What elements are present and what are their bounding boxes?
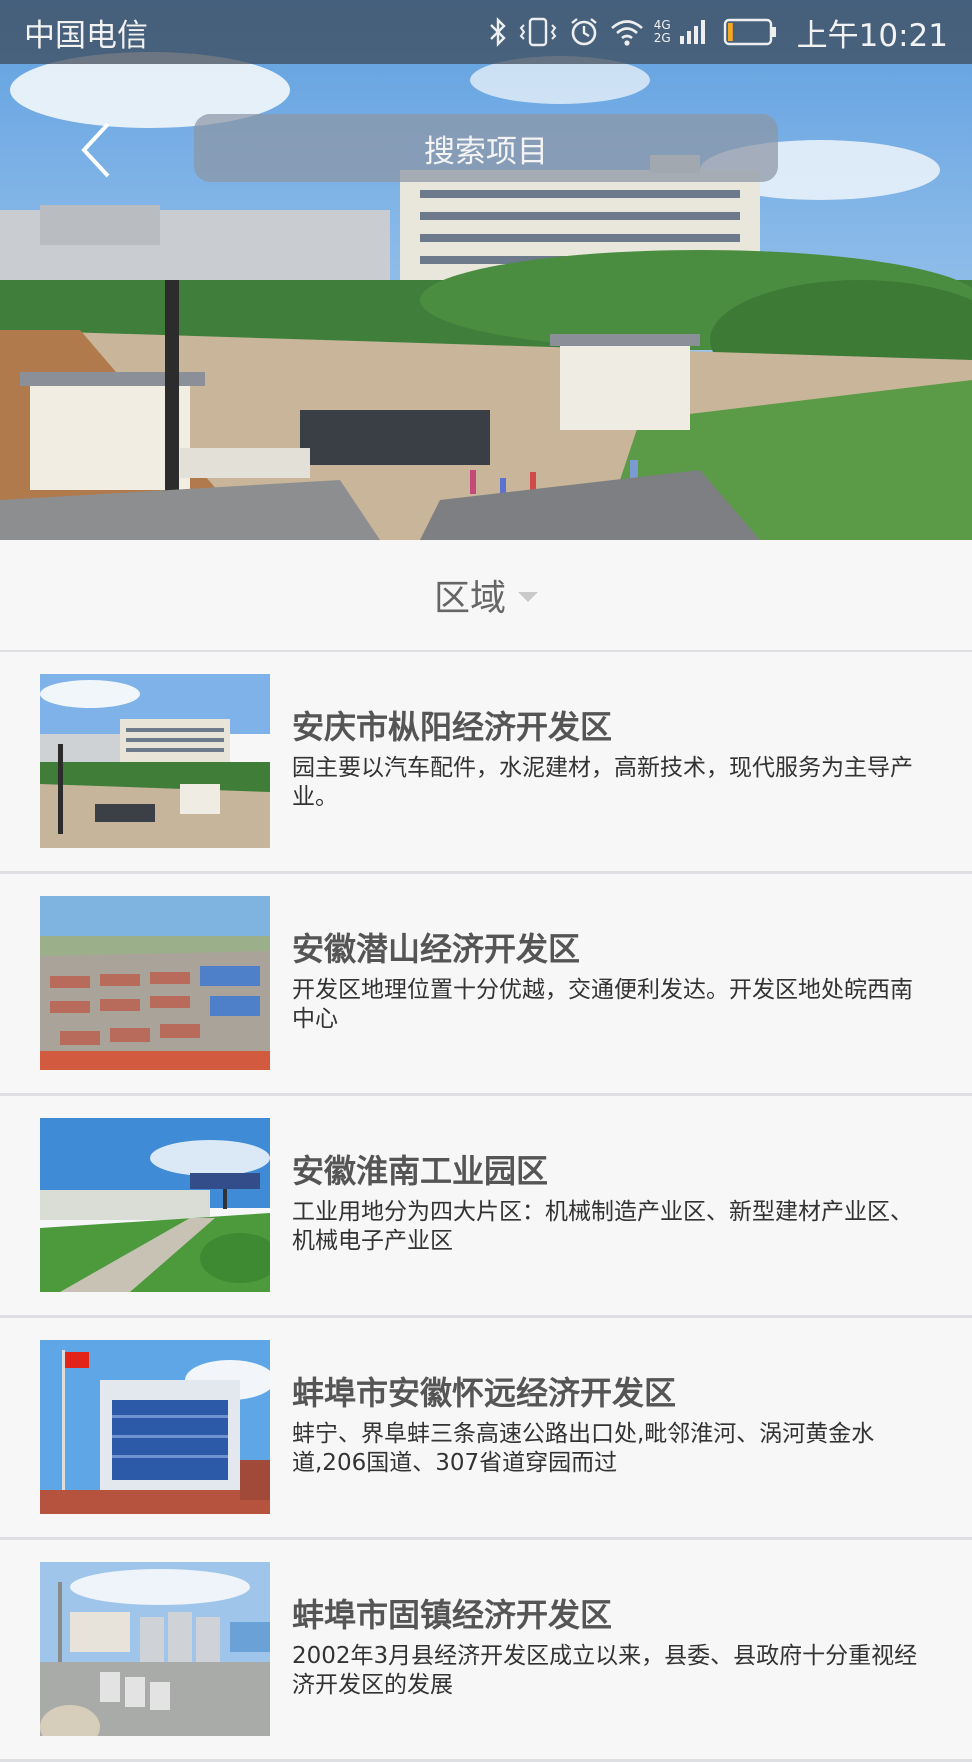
zone-title: 安徽淮南工业园区 [292, 1152, 549, 1190]
signal-icon: 4G 2G [654, 19, 671, 45]
battery-icon [723, 17, 777, 47]
zone-title: 蚌埠市安徽怀远经济开发区 [292, 1374, 677, 1412]
network-type-sub-label: 2G [653, 31, 671, 45]
hero-photo [0, 0, 972, 540]
zone-description: 开发区地理位置十分优越，交通便利发达。开发区地处皖西南中心 [292, 977, 913, 1032]
filter-bar: 区域 [0, 540, 972, 652]
list-item[interactable]: 安徽潜山经济开发区 开发区地理位置十分优越，交通便利发达。开发区地处皖西南中心 [0, 874, 972, 1096]
zone-title: 安庆市枞阳经济开发区 [292, 708, 613, 746]
region-filter-label: 区域 [433, 578, 506, 619]
zone-thumbnail [40, 1118, 270, 1292]
wifi-icon [610, 16, 644, 48]
clock-label: 上午10:21 [796, 17, 948, 54]
caret-down-icon [518, 592, 538, 602]
hero-banner: 中国电信 4G 2G 上午10:21 搜索项目 [0, 0, 972, 540]
region-filter-button[interactable]: 区域 [434, 569, 538, 621]
back-button[interactable] [74, 118, 124, 182]
zone-thumbnail [40, 1562, 270, 1736]
zone-title: 安徽潜山经济开发区 [292, 930, 581, 968]
signal-bars-icon [679, 16, 705, 48]
zone-thumbnail [40, 674, 270, 848]
list-item[interactable]: 安徽淮南工业园区 工业用地分为四大片区：机械制造产业区、新型建材产业区、机械电子… [0, 1096, 972, 1318]
zone-description: 蚌宁、界阜蚌三条高速公路出口处,毗邻淮河、涡河黄金水道,206国道、307省道穿… [292, 1421, 875, 1476]
chevron-left-icon [81, 122, 110, 178]
zone-description: 工业用地分为四大片区：机械制造产业区、新型建材产业区、机械电子产业区 [292, 1199, 913, 1254]
zone-thumbnail [40, 1340, 270, 1514]
search-placeholder: 搜索项目 [424, 133, 548, 170]
bluetooth-icon [488, 16, 508, 48]
status-bar: 中国电信 4G 2G 上午10:21 [0, 0, 972, 64]
zone-description: 2002年3月县经济开发区成立以来，县委、县政府十分重视经济开发区的发展 [292, 1643, 918, 1698]
carrier-label: 中国电信 [24, 17, 148, 54]
list-item[interactable]: 蚌埠市固镇经济开发区 2002年3月县经济开发区成立以来，县委、县政府十分重视经… [0, 1540, 972, 1762]
zone-description: 园主要以汽车配件，水泥建材，高新技术，现代服务为主导产业。 [292, 755, 913, 810]
list-item[interactable]: 安庆市枞阳经济开发区 园主要以汽车配件，水泥建材，高新技术，现代服务为主导产业。 [0, 652, 972, 874]
zone-list: 安庆市枞阳经济开发区 园主要以汽车配件，水泥建材，高新技术，现代服务为主导产业。… [0, 652, 972, 1762]
zone-thumbnail [40, 896, 270, 1070]
alarm-icon [568, 16, 600, 48]
list-item[interactable]: 蚌埠市安徽怀远经济开发区 蚌宁、界阜蚌三条高速公路出口处,毗邻淮河、涡河黄金水道… [0, 1318, 972, 1540]
search-input[interactable]: 搜索项目 [194, 114, 778, 182]
vibrate-icon [518, 16, 558, 48]
status-icons: 4G 2G 上午10:21 [488, 10, 948, 55]
zone-title: 蚌埠市固镇经济开发区 [292, 1596, 613, 1634]
